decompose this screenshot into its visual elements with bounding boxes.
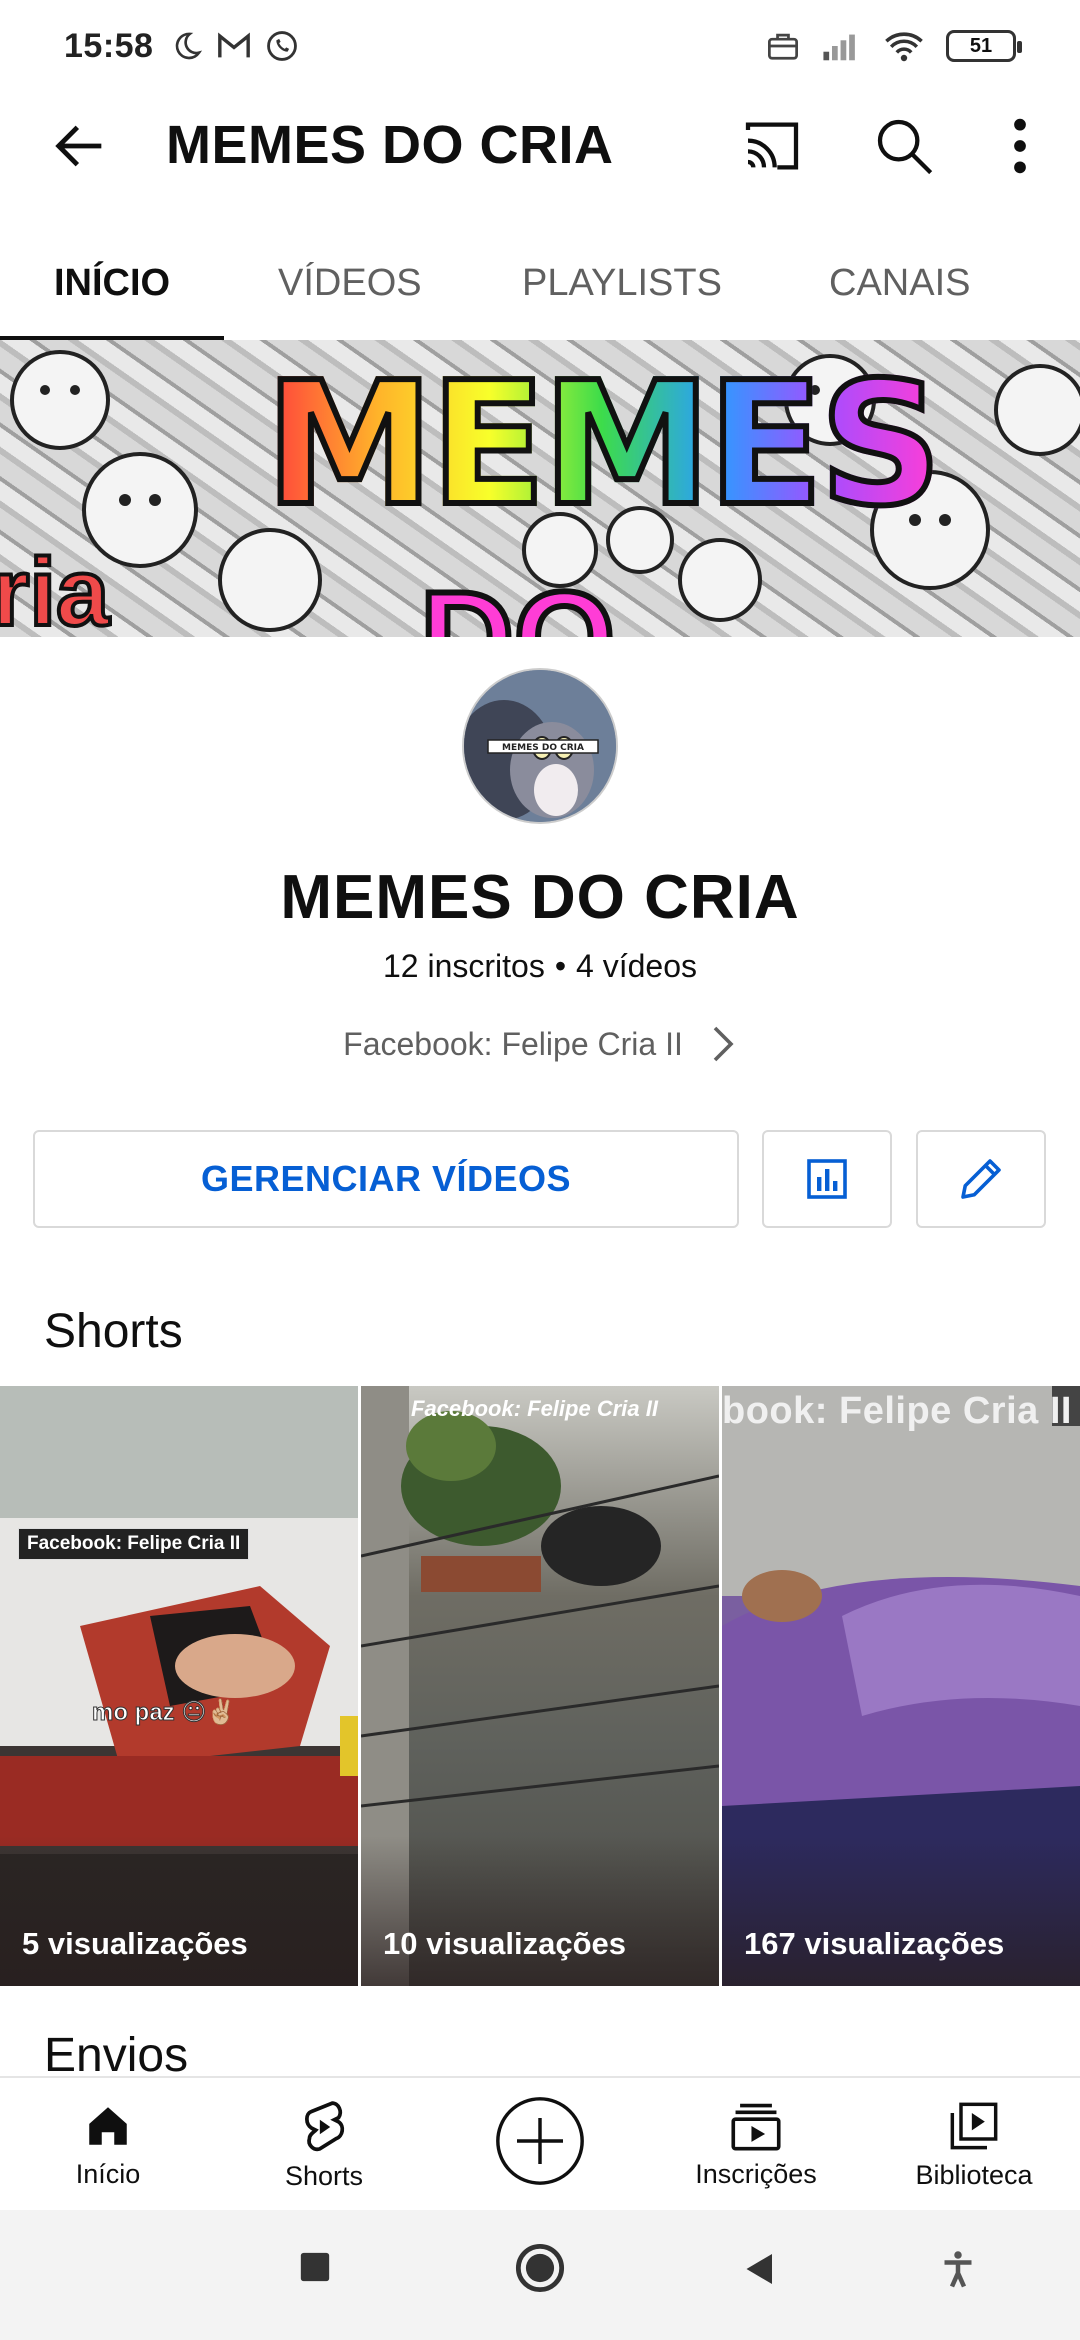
analytics-icon (807, 1159, 847, 1199)
back-triangle-icon[interactable] (742, 2250, 778, 2288)
edit-pencil-icon (961, 1159, 1001, 1199)
wifi-icon (885, 32, 923, 62)
short-watermark: Facebook: Felipe Cria II (411, 1396, 658, 1421)
whatsapp-icon (267, 31, 298, 61)
status-time: 15:58 (64, 26, 154, 65)
analytics-button[interactable] (762, 1130, 892, 1228)
short-view-count: 167 visualizações (744, 1926, 1005, 1961)
home-circle-icon[interactable] (514, 2242, 566, 2294)
short-thumbnail[interactable]: book: Felipe Cria II 167 visualizações (722, 1386, 1080, 1986)
channel-stats: 12 inscritos • 4 vídeos (0, 948, 1080, 985)
nav-subscriptions-label: Inscrições (695, 2158, 817, 2189)
uploads-section-title: Envios (44, 2029, 189, 2082)
search-icon[interactable] (872, 114, 936, 178)
short-view-count: 10 visualizações (383, 1926, 626, 1961)
accessibility-icon[interactable] (940, 2250, 976, 2290)
channel-link-row[interactable]: Facebook: Felipe Cria II (0, 1024, 1080, 1064)
avatar-caption: MEMES DO CRIA (502, 743, 584, 753)
more-vert-icon[interactable] (1000, 114, 1040, 178)
tab-videos[interactable]: VÍDEOS (278, 225, 422, 341)
nav-home[interactable]: Início (48, 2078, 168, 2212)
tom-cat-avatar-image: MEMES DO CRIA (464, 670, 616, 822)
system-navigation-bar (0, 2210, 1080, 2340)
nav-home-label: Início (75, 2158, 141, 2189)
moon-icon (176, 32, 203, 60)
channel-link[interactable]: Facebook: Felipe Cria II (343, 1026, 683, 1063)
short-watermark: Facebook: Felipe Cria II (18, 1528, 250, 1560)
recents-square-icon[interactable] (298, 2250, 332, 2284)
cast-icon[interactable] (740, 114, 804, 178)
gmail-icon (218, 32, 251, 58)
nav-shorts[interactable]: Shorts (264, 2078, 384, 2212)
short-thumbnail[interactable]: Facebook: Felipe Cria II mo paz 😐✌🏼 5 vi… (0, 1386, 358, 1986)
banner-ria-text: ria (0, 537, 111, 637)
tab-canais[interactable]: CANAIS (829, 225, 970, 341)
channel-avatar[interactable]: MEMES DO CRIA (462, 668, 618, 824)
briefcase-icon (768, 33, 798, 60)
channel-tabs: INÍCIO VÍDEOS PLAYLISTS CANAIS (0, 225, 1080, 341)
edit-channel-button[interactable] (916, 1130, 1046, 1228)
manage-videos-button[interactable]: GERENCIAR VÍDEOS (33, 1130, 739, 1228)
app-bar: MEMES DO CRIA (0, 92, 1080, 200)
nav-shorts-label: Shorts (284, 2160, 364, 2191)
short-watermark: book: Felipe Cria II (722, 1390, 1072, 1432)
app-bar-title: MEMES DO CRIA (166, 115, 614, 175)
create-plus-icon (496, 2097, 584, 2185)
shorts-shelf: Facebook: Felipe Cria II mo paz 😐✌🏼 5 vi… (0, 1386, 1080, 1986)
banner-memes-text: MEMES (262, 343, 945, 547)
shorts-icon (305, 2100, 345, 2151)
tab-playlists[interactable]: PLAYLISTS (522, 225, 722, 341)
nav-library-label: Biblioteca (915, 2159, 1033, 2190)
channel-banner: MEMES ria DO (0, 340, 1080, 637)
subscriptions-icon (731, 2103, 781, 2151)
nav-library[interactable]: Biblioteca (894, 2078, 1054, 2212)
battery-icon: 51 (946, 30, 1022, 62)
banner-do-text: DO (417, 561, 618, 637)
channel-name: MEMES DO CRIA (280, 863, 800, 932)
back-arrow-icon[interactable] (48, 114, 112, 178)
nav-create[interactable] (480, 2078, 600, 2212)
tab-inicio[interactable]: INÍCIO (0, 225, 224, 341)
nav-subscriptions[interactable]: Inscrições (676, 2078, 836, 2212)
library-icon (950, 2102, 998, 2149)
video-count: 4 vídeos (576, 948, 697, 984)
short-caption: mo paz 😐✌🏼 (91, 1699, 237, 1727)
bottom-navigation: Início Shorts Inscrições Biblioteca (0, 2076, 1080, 2210)
signal-icon (823, 34, 855, 61)
stats-separator: • (554, 948, 567, 984)
shorts-section-title: Shorts (44, 1305, 183, 1358)
short-view-count: 5 visualizações (22, 1926, 248, 1961)
home-icon (89, 2106, 127, 2145)
status-bar: 15:58 51 (0, 0, 1080, 92)
subscriber-count: 12 inscritos (382, 948, 545, 984)
short-thumbnail[interactable]: Facebook: Felipe Cria II 10 visualizaçõe… (361, 1386, 719, 1986)
chevron-right-icon[interactable] (709, 1024, 737, 1064)
